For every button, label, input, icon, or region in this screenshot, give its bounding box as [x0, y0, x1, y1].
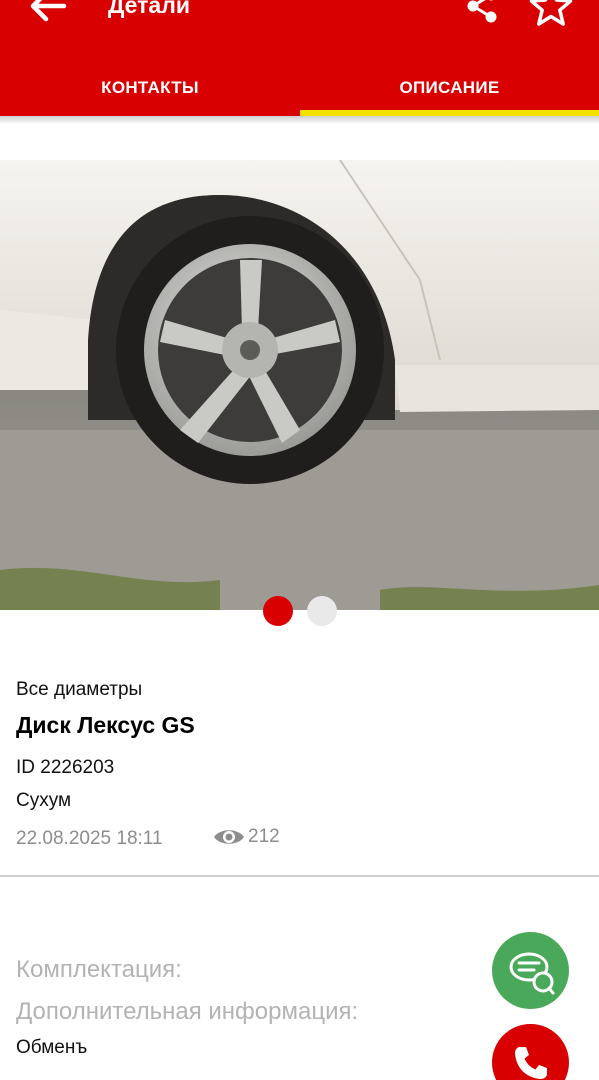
section-divider: [0, 875, 599, 877]
equipment-label: Комплектация:: [16, 956, 182, 983]
eye-icon: [214, 830, 244, 844]
wheel-photo-image: [0, 160, 599, 610]
chat-button[interactable]: [492, 932, 569, 1009]
page-title: Детали: [108, 0, 190, 18]
chat-bubble-icon: [509, 952, 554, 994]
arrow-left-icon: [30, 0, 67, 22]
view-counter: 212: [212, 826, 280, 848]
share-button[interactable]: [460, 0, 504, 28]
listing-city: Сухум: [16, 790, 72, 811]
listing-id: ID 2226203: [16, 757, 115, 778]
listing-date: 22.08.2025 18:11: [16, 828, 163, 849]
view-count: 212: [248, 826, 280, 847]
extra-info-value: Обменъ: [16, 1037, 88, 1058]
favorite-button[interactable]: [526, 0, 576, 30]
phone-icon: [514, 1046, 547, 1079]
gallery-dot[interactable]: [307, 596, 337, 626]
star-outline-icon: [529, 0, 573, 26]
app-bar: Детали КОНТАКТЫ ОПИСАНИЕ: [0, 0, 599, 116]
app-bar-shadow: [0, 116, 599, 124]
listing-category: Все диаметры: [16, 679, 143, 700]
listing-photo[interactable]: [0, 160, 599, 610]
listing-title: Диск Лексус GS: [16, 712, 195, 738]
extra-info-label: Дополнительная информация:: [16, 998, 359, 1025]
share-icon: [467, 0, 497, 23]
tab-description[interactable]: ОПИСАНИЕ: [300, 60, 599, 116]
tab-contacts[interactable]: КОНТАКТЫ: [0, 60, 300, 116]
gallery-dot-active[interactable]: [263, 596, 293, 626]
call-button[interactable]: [492, 1024, 569, 1080]
back-button[interactable]: [24, 0, 72, 30]
